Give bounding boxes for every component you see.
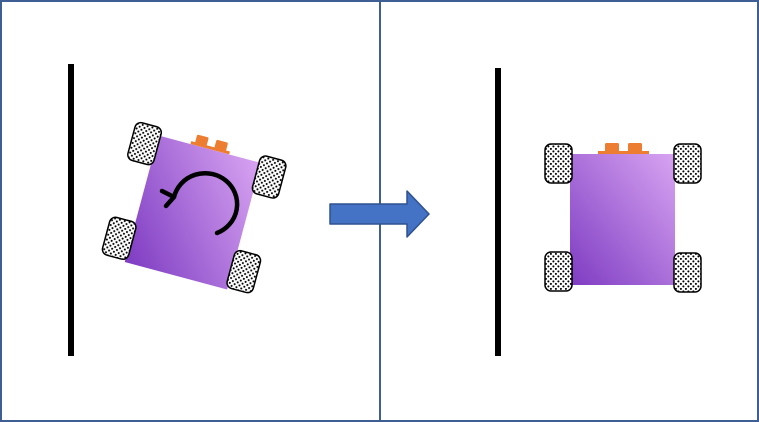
sensor-left bbox=[605, 143, 619, 152]
dotted-wheel-icon bbox=[251, 155, 287, 199]
dotted-wheel-icon bbox=[544, 143, 573, 184]
dotted-wheel-icon bbox=[673, 252, 702, 293]
robot-body bbox=[570, 154, 675, 285]
robot-alignment-diagram bbox=[0, 0, 759, 422]
dotted-wheel-icon bbox=[544, 251, 573, 292]
dotted-wheel-icon bbox=[673, 143, 702, 184]
right-panel-frame bbox=[379, 0, 759, 422]
robot-aligned bbox=[544, 143, 702, 293]
after-panel bbox=[495, 68, 702, 356]
before-panel bbox=[68, 64, 287, 356]
robot-rotated bbox=[101, 121, 287, 294]
sensor-right bbox=[628, 143, 642, 152]
diagram-canvas bbox=[0, 0, 759, 422]
